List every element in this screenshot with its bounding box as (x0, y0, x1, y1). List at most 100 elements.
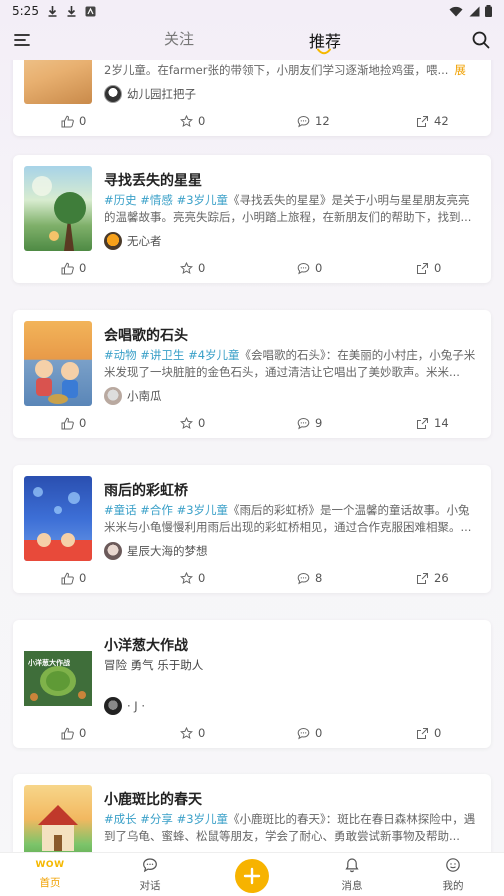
story-author[interactable]: 无心者 (104, 232, 162, 250)
favorite-count: 0 (198, 416, 206, 430)
share-button[interactable]: 42 (416, 114, 449, 128)
story-cover-image (24, 785, 92, 852)
story-author[interactable]: 小南瓜 (104, 387, 162, 405)
comment-icon (297, 262, 310, 274)
comment-button[interactable]: 12 (297, 114, 330, 128)
thumbs-up-icon (61, 572, 74, 584)
story-description: 冒险 勇气 乐于助人 (104, 658, 204, 672)
favorite-button[interactable]: 0 (180, 726, 205, 740)
story-description: #成长 #分享 #3岁儿童《小鹿斑比的春天》：斑比在春日森林探险中，遇到了乌龟、… (104, 812, 476, 843)
story-card[interactable]: 会唱歌的石头 #动物 #讲卫生 #4岁儿童《会唱歌的石头》：在美丽的小村庄，小兔… (13, 310, 491, 438)
tab-follow[interactable]: 关注 (164, 28, 194, 49)
chat-icon (143, 858, 157, 873)
star-icon (180, 114, 193, 127)
nav-chat-label: 对话 (139, 880, 161, 892)
story-author[interactable]: · J · (104, 697, 145, 715)
story-description: #童话 #合作 #3岁儿童《雨后的彩虹桥》是一个温馨的童话故事。小兔米米与小龟慢… (104, 503, 472, 534)
story-description: #历史 #情感 #3岁儿童《寻找丢失的星星》是关于小明与星星朋友亮亮的温馨故事。… (104, 193, 472, 224)
like-button[interactable]: 0 (61, 571, 86, 585)
story-card[interactable]: 小洋葱大作战 小洋葱大作战 冒险 勇气 乐于助人 · J · 0 0 0 0 (13, 620, 491, 748)
story-description: #动物 #讲卫生 #4岁儿童《会唱歌的石头》：在美丽的小村庄，小兔子米米发现了一… (104, 348, 476, 379)
comment-button[interactable]: 9 (297, 416, 322, 430)
story-cover-image (24, 60, 92, 104)
share-count: 26 (434, 571, 449, 585)
cover-title-text: 小洋葱大作战 (28, 659, 70, 667)
share-count: 0 (434, 261, 442, 275)
share-button[interactable]: 26 (416, 571, 449, 585)
story-card[interactable]: 2岁儿童。在farmer张的带领下，小朋友们学习逐渐地捡鸡蛋，喂...展开 幼儿… (13, 60, 491, 136)
create-story-button[interactable] (235, 859, 269, 893)
story-stats: 0 0 8 26 (13, 571, 491, 587)
story-author[interactable]: 幼儿园扛把子 (104, 85, 196, 103)
story-card[interactable]: 雨后的彩虹桥 #童话 #合作 #3岁儿童《雨后的彩虹桥》是一个温馨的童话故事。小… (13, 465, 491, 593)
like-button[interactable]: 0 (61, 726, 86, 740)
nav-profile[interactable]: 我的 (423, 857, 483, 893)
like-button[interactable]: 0 (61, 416, 86, 430)
like-count: 0 (79, 114, 87, 128)
top-header: 关注 推荐 (0, 22, 504, 60)
favorite-count: 0 (198, 261, 206, 275)
like-count: 0 (79, 726, 87, 740)
story-title[interactable]: 会唱歌的石头 (104, 325, 188, 345)
story-cover-image: 小洋葱大作战 (24, 631, 92, 716)
story-author[interactable]: 星辰大海的梦想 (104, 542, 208, 560)
comment-button[interactable]: 0 (297, 726, 322, 740)
share-button[interactable]: 0 (416, 261, 441, 275)
share-icon (417, 417, 428, 429)
battery-icon (485, 5, 492, 17)
cover-illustration (24, 487, 92, 561)
story-tags[interactable]: #成长 #分享 #3岁儿童 (104, 812, 228, 826)
story-tags[interactable]: #童话 #合作 #3岁儿童 (104, 503, 228, 517)
share-button[interactable]: 0 (416, 726, 441, 740)
share-icon (417, 572, 428, 584)
nav-home[interactable]: WOW 首页 (20, 857, 80, 890)
nav-chat[interactable]: 对话 (120, 857, 180, 893)
story-card[interactable]: 寻找丢失的星星 #历史 #情感 #3岁儿童《寻找丢失的星星》是关于小明与星星朋友… (13, 155, 491, 283)
author-name: · J · (127, 699, 146, 713)
favorite-button[interactable]: 0 (180, 571, 205, 585)
story-card[interactable]: 小鹿斑比的春天 #成长 #分享 #3岁儿童《小鹿斑比的春天》：斑比在春日森林探险… (13, 774, 491, 852)
story-title[interactable]: 小洋葱大作战 (104, 635, 188, 655)
share-button[interactable]: 14 (416, 416, 449, 430)
favorite-button[interactable]: 0 (180, 261, 205, 275)
active-tab-indicator (317, 48, 331, 55)
story-tags[interactable]: #历史 #情感 #3岁儿童 (104, 193, 228, 207)
comment-count: 0 (315, 726, 323, 740)
favorite-button[interactable]: 0 (180, 114, 205, 128)
story-tags[interactable]: #动物 #讲卫生 #4岁儿童 (104, 348, 240, 362)
author-name: 无心者 (127, 234, 162, 248)
story-title[interactable]: 雨后的彩虹桥 (104, 480, 188, 500)
favorite-button[interactable]: 0 (180, 416, 205, 430)
author-name: 幼儿园扛把子 (127, 87, 196, 101)
favorite-count: 0 (198, 726, 206, 740)
star-icon (180, 416, 193, 429)
story-stats: 0 0 9 14 (13, 416, 491, 432)
story-stats: 0 0 0 0 (13, 726, 491, 742)
avatar (104, 697, 122, 715)
share-count: 0 (434, 726, 442, 740)
nav-profile-label: 我的 (442, 880, 464, 892)
author-name: 星辰大海的梦想 (127, 544, 208, 558)
author-name: 小南瓜 (127, 389, 162, 403)
like-button[interactable]: 0 (61, 114, 86, 128)
share-icon (417, 115, 428, 127)
status-time: 5:25 (12, 4, 39, 18)
nav-home-label: 首页 (39, 877, 61, 889)
comment-button[interactable]: 8 (297, 571, 322, 585)
story-stats: 0 0 12 42 (13, 114, 491, 130)
bottom-navigation: WOW 首页 对话 消息 我的 (0, 852, 504, 896)
search-icon[interactable] (472, 31, 490, 49)
avatar (104, 542, 122, 560)
comment-button[interactable]: 0 (297, 261, 322, 275)
story-cover-image (24, 321, 92, 406)
thumbs-up-icon (61, 417, 74, 429)
thumbs-up-icon (61, 727, 74, 739)
star-icon (180, 571, 193, 584)
menu-icon[interactable] (14, 32, 30, 48)
nav-messages[interactable]: 消息 (322, 857, 382, 893)
story-feed: 2岁儿童。在farmer张的带领下，小朋友们学习逐渐地捡鸡蛋，喂...展开 幼儿… (0, 60, 504, 852)
like-button[interactable]: 0 (61, 261, 86, 275)
story-title[interactable]: 寻找丢失的星星 (104, 170, 202, 190)
download-icon (67, 6, 76, 17)
story-title[interactable]: 小鹿斑比的春天 (104, 789, 202, 809)
